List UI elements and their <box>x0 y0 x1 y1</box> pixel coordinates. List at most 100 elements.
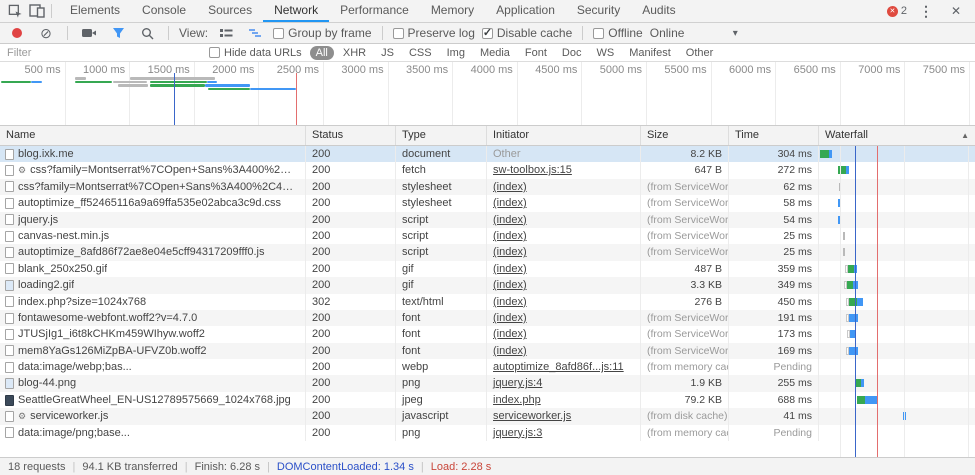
column-header-initiator[interactable]: Initiator <box>487 126 641 145</box>
initiator-link[interactable]: (index) <box>493 296 527 308</box>
request-row[interactable]: autoptimize_8afd86f72ae8e04e5cff94317209… <box>0 244 975 260</box>
tab-application[interactable]: Application <box>485 0 566 22</box>
screenshot-camera-icon[interactable] <box>78 23 100 43</box>
request-row[interactable]: ⚙serviceworker.js200javascriptservicewor… <box>0 408 975 424</box>
waterfall-cell[interactable] <box>819 326 975 342</box>
group-by-frame-checkbox[interactable]: Group by frame <box>273 26 371 40</box>
initiator-link[interactable]: (index) <box>493 214 527 226</box>
waterfall-cell[interactable] <box>819 146 975 162</box>
disable-cache-checkbox[interactable]: Disable cache <box>482 26 572 40</box>
console-error-badge[interactable]: ✕ 2 <box>887 5 907 17</box>
waterfall-cell[interactable] <box>819 310 975 326</box>
tab-elements[interactable]: Elements <box>59 0 131 22</box>
filter-pill-xhr[interactable]: XHR <box>337 46 372 60</box>
inspect-element-icon[interactable] <box>4 1 26 21</box>
initiator-link[interactable]: (index) <box>493 263 527 275</box>
preserve-log-checkbox[interactable]: Preserve log <box>393 26 475 40</box>
request-row[interactable]: data:image/webp;bas...200webpautoptimize… <box>0 359 975 375</box>
request-row[interactable]: SeattleGreatWheel_EN-US12789575669_1024x… <box>0 392 975 408</box>
request-row[interactable]: index.php?size=1024x768302text/html(inde… <box>0 294 975 310</box>
filter-pill-ws[interactable]: WS <box>590 46 620 60</box>
initiator-link[interactable]: (index) <box>493 345 527 357</box>
column-header-size[interactable]: Size <box>641 126 729 145</box>
tab-security[interactable]: Security <box>566 0 631 22</box>
request-row[interactable]: css?family=Montserrat%7COpen+Sans%3A400%… <box>0 179 975 195</box>
request-row[interactable]: data:image/png;base...200pngjquery.js:3(… <box>0 425 975 441</box>
initiator-link[interactable]: index.php <box>493 394 541 406</box>
initiator-link[interactable]: (index) <box>493 312 527 324</box>
filter-pill-font[interactable]: Font <box>519 46 553 60</box>
waterfall-cell[interactable] <box>819 162 975 178</box>
waterfall-cell[interactable] <box>819 375 975 391</box>
filter-pill-img[interactable]: Img <box>441 46 471 60</box>
filter-pill-js[interactable]: JS <box>375 46 400 60</box>
request-row[interactable]: canvas-nest.min.js200script(index)(from … <box>0 228 975 244</box>
waterfall-view-icon[interactable] <box>244 23 266 43</box>
filter-pill-all[interactable]: All <box>310 46 334 60</box>
waterfall-cell[interactable] <box>819 294 975 310</box>
request-row[interactable]: jquery.js200script(index)(from ServiceWo… <box>0 212 975 228</box>
waterfall-cell[interactable] <box>819 343 975 359</box>
kebab-menu-icon[interactable]: ⋮ <box>915 1 937 21</box>
request-row[interactable]: blog-44.png200pngjquery.js:41.9 KB255 ms <box>0 375 975 391</box>
offline-checkbox[interactable]: Offline <box>593 26 642 40</box>
throttling-select[interactable]: Online ▾ <box>650 26 738 40</box>
filter-pill-css[interactable]: CSS <box>403 46 438 60</box>
tab-memory[interactable]: Memory <box>420 0 485 22</box>
column-header-name[interactable]: Name <box>0 126 306 145</box>
initiator-link[interactable]: (index) <box>493 181 527 193</box>
request-row[interactable]: loading2.gif200gif(index)3.3 KB349 ms <box>0 277 975 293</box>
device-toolbar-icon[interactable] <box>26 1 48 21</box>
clear-button[interactable]: ⊘ <box>35 23 57 43</box>
record-button[interactable] <box>6 23 28 43</box>
waterfall-cell[interactable] <box>819 277 975 293</box>
initiator-link[interactable]: (index) <box>493 197 527 209</box>
tab-network[interactable]: Network <box>263 0 329 22</box>
initiator-link[interactable]: autoptimize_8afd86f...js:11 <box>493 361 624 373</box>
request-row[interactable]: JTUSjIg1_i6t8kCHKm459WIhyw.woff2200font(… <box>0 326 975 342</box>
initiator-link[interactable]: (index) <box>493 279 527 291</box>
search-icon[interactable] <box>136 23 158 43</box>
filter-pill-doc[interactable]: Doc <box>556 46 588 60</box>
waterfall-cell[interactable] <box>819 212 975 228</box>
timeline-overview[interactable]: 500 ms1000 ms1500 ms2000 ms2500 ms3000 m… <box>0 62 975 126</box>
waterfall-cell[interactable] <box>819 195 975 211</box>
hide-data-urls-checkbox[interactable]: Hide data URLs <box>209 47 302 59</box>
filter-pill-other[interactable]: Other <box>680 46 720 60</box>
request-row[interactable]: blog.ixk.me200documentOther8.2 KB304 ms <box>0 146 975 162</box>
tab-audits[interactable]: Audits <box>631 0 686 22</box>
waterfall-cell[interactable] <box>819 179 975 195</box>
close-icon[interactable]: ✕ <box>945 1 967 21</box>
column-header-waterfall[interactable]: Waterfall ▲ <box>819 126 975 145</box>
column-header-type[interactable]: Type <box>396 126 487 145</box>
tab-sources[interactable]: Sources <box>197 0 263 22</box>
request-row[interactable]: blank_250x250.gif200gif(index)487 B359 m… <box>0 261 975 277</box>
filter-funnel-icon[interactable] <box>107 23 129 43</box>
waterfall-cell[interactable] <box>819 425 975 441</box>
initiator-link[interactable]: (index) <box>493 246 527 258</box>
initiator-link[interactable]: jquery.js:3 <box>493 427 542 439</box>
initiator-link[interactable]: (index) <box>493 230 527 242</box>
tab-console[interactable]: Console <box>131 0 197 22</box>
initiator-link[interactable]: serviceworker.js <box>493 410 571 422</box>
waterfall-cell[interactable] <box>819 408 975 424</box>
request-row[interactable]: mem8YaGs126MiZpBA-UFVZ0b.woff2200font(in… <box>0 343 975 359</box>
waterfall-cell[interactable] <box>819 359 975 375</box>
waterfall-cell[interactable] <box>819 261 975 277</box>
filter-input[interactable] <box>7 47 203 59</box>
list-view-icon[interactable] <box>215 23 237 43</box>
request-row[interactable]: fontawesome-webfont.woff2?v=4.7.0200font… <box>0 310 975 326</box>
initiator-link[interactable]: (index) <box>493 328 527 340</box>
waterfall-cell[interactable] <box>819 228 975 244</box>
tab-performance[interactable]: Performance <box>329 0 420 22</box>
initiator-link[interactable]: sw-toolbox.js:15 <box>493 164 572 176</box>
waterfall-cell[interactable] <box>819 244 975 260</box>
request-row[interactable]: ⚙css?family=Montserrat%7COpen+Sans%3A400… <box>0 162 975 178</box>
waterfall-cell[interactable] <box>819 392 975 408</box>
column-header-status[interactable]: Status <box>306 126 396 145</box>
initiator-link[interactable]: jquery.js:4 <box>493 377 542 389</box>
request-row[interactable]: autoptimize_ff52465116a9a69ffa535e02abca… <box>0 195 975 211</box>
column-header-time[interactable]: Time <box>729 126 819 145</box>
filter-pill-media[interactable]: Media <box>474 46 516 60</box>
filter-pill-manifest[interactable]: Manifest <box>623 46 677 60</box>
